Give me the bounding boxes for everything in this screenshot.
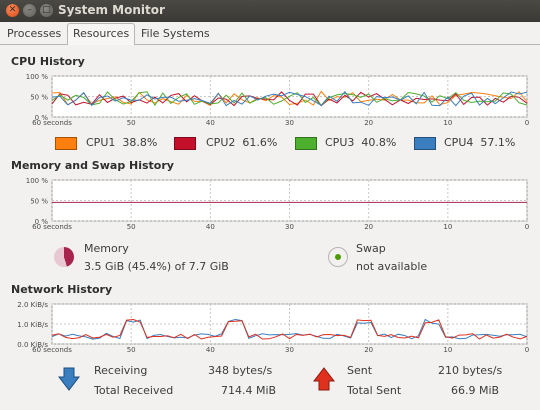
total-sent-label: Total Sent: [347, 384, 402, 397]
cpu4-value: 57.1%: [480, 136, 516, 149]
memory-x-tick-label: 0: [525, 223, 529, 231]
memory-x-tick-label: 50: [127, 223, 136, 231]
receiving-label: Receiving: [94, 364, 148, 377]
swap-value: not available: [356, 260, 428, 273]
tab-processes[interactable]: Processes: [2, 24, 66, 43]
cpu-y-tick-label: 100 %: [26, 73, 49, 81]
memory-x-tick-label: 40: [206, 223, 215, 231]
cpu4-name: CPU4: [444, 136, 474, 149]
receiving-arrow-icon[interactable]: [58, 367, 80, 391]
cpu1-legend-label: CPU1 38.8%: [86, 136, 157, 149]
cpu-x-tick-label: 0: [525, 119, 529, 127]
network-x-tick-label: 50: [127, 346, 136, 354]
sent-value: 210 bytes/s: [438, 364, 503, 377]
swap-color-pie[interactable]: [328, 247, 348, 267]
network-x-tick-label: 10: [443, 346, 452, 354]
network-x-tick-label: 0: [525, 346, 529, 354]
cpu-x-tick-label: 40: [206, 119, 215, 127]
memory-x-tick-label: 10: [443, 223, 452, 231]
total-sent-value: 66.9 MiB: [451, 384, 500, 397]
memory-x-tick-label: 30: [285, 223, 294, 231]
total-received-value: 714.4 MiB: [221, 384, 277, 397]
cpu-y-tick-label: 50 %: [30, 94, 48, 102]
memory-y-tick-label: 100 %: [26, 177, 49, 185]
memory-x-tick-label: 60 seconds: [32, 223, 72, 231]
cpu3-legend-label: CPU3 40.8%: [325, 136, 396, 149]
receiving-value: 348 bytes/s: [208, 364, 273, 377]
memory-x-tick-label: 20: [364, 223, 373, 231]
memory-color-pie[interactable]: [54, 247, 74, 267]
cpu1-value: 38.8%: [122, 136, 158, 149]
memory-swap-history-title: Memory and Swap History: [11, 159, 174, 172]
cpu3-name: CPU3: [325, 136, 355, 149]
total-received-label: Total Received: [94, 384, 174, 397]
cpu1-name: CPU1: [86, 136, 116, 149]
cpu2-legend-label: CPU2 61.6%: [206, 136, 277, 149]
cpu1-color-swatch[interactable]: [55, 137, 77, 150]
network-y-tick-label: 2.0 KiB/s: [17, 301, 48, 309]
cpu4-color-swatch[interactable]: [414, 137, 436, 150]
tab-file-systems[interactable]: File Systems: [136, 24, 215, 43]
swap-indicator-dot: [335, 254, 341, 260]
network-y-tick-label: 1.0 KiB/s: [17, 321, 48, 329]
tab-resources[interactable]: Resources: [67, 23, 136, 45]
close-icon[interactable]: ✕: [6, 4, 19, 17]
cpu-x-tick-label: 30: [285, 119, 294, 127]
sent-arrow-icon[interactable]: [313, 367, 335, 391]
cpu2-color-swatch[interactable]: [174, 137, 196, 150]
tab-bar: Processes Resources File Systems: [0, 22, 540, 45]
memory-y-tick-label: 50 %: [30, 198, 48, 206]
cpu3-value: 40.8%: [361, 136, 397, 149]
network-history-graph: 2.0 KiB/s1.0 KiB/s0.0 KiB/s60 seconds 50 4…: [17, 301, 529, 354]
sent-label: Sent: [347, 364, 373, 377]
minimize-icon[interactable]: –: [23, 4, 36, 17]
network-x-tick-label: 60 seconds: [32, 346, 72, 354]
maximize-icon[interactable]: □: [40, 4, 53, 17]
cpu-x-tick-label: 50: [127, 119, 136, 127]
memory-swap-history-graph: 100 %50 %0 %60 seconds 50 40 30 20 10 0: [26, 177, 529, 231]
cpu2-name: CPU2: [206, 136, 236, 149]
cpu-history-title: CPU History: [11, 55, 85, 68]
cpu-x-tick-label: 60 seconds: [32, 119, 72, 127]
swap-label: Swap: [356, 242, 386, 255]
memory-label: Memory: [84, 242, 129, 255]
cpu-history-graph: 100 %50 %0 %60 seconds 50 40 30 20 10 0: [26, 73, 529, 127]
network-x-tick-label: 20: [364, 346, 373, 354]
network-history-title: Network History: [11, 283, 113, 296]
title-bar[interactable]: ✕ – □ System Monitor: [0, 0, 540, 22]
cpu2-value: 61.6%: [242, 136, 278, 149]
cpu-x-tick-label: 20: [364, 119, 373, 127]
system-monitor-window: ✕ – □ System Monitor Processes Resources…: [0, 0, 540, 410]
cpu-x-tick-label: 10: [443, 119, 452, 127]
network-x-tick-label: 40: [206, 346, 215, 354]
cpu3-color-swatch[interactable]: [295, 137, 317, 150]
memory-value: 3.5 GiB (45.4%) of 7.7 GiB: [84, 260, 229, 273]
network-x-tick-label: 30: [285, 346, 294, 354]
cpu4-legend-label: CPU4 57.1%: [444, 136, 515, 149]
window-title: System Monitor: [58, 3, 165, 17]
